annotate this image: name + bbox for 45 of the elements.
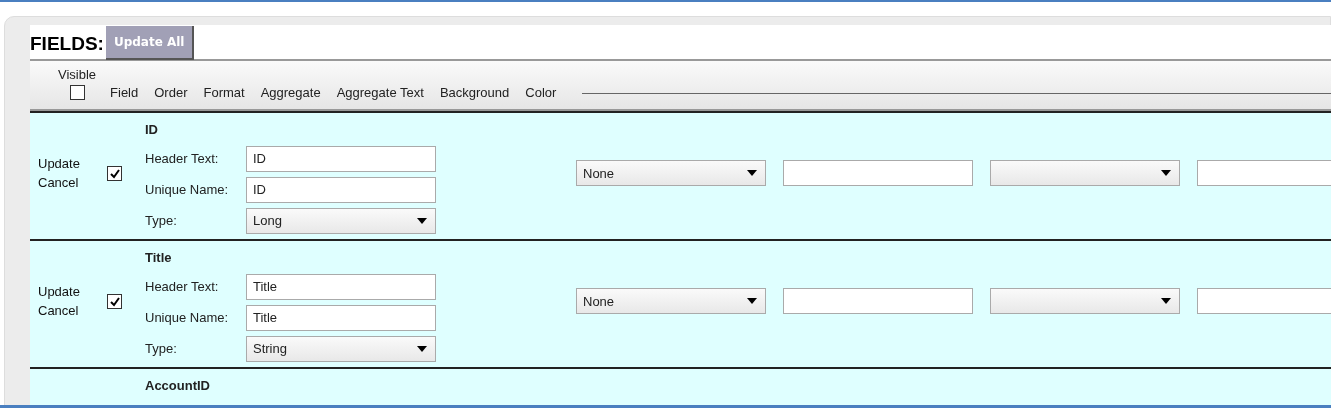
row-action-link[interactable]: Update bbox=[38, 282, 107, 301]
column-header: Field bbox=[110, 84, 139, 100]
field-name: ID bbox=[145, 122, 159, 137]
dropdown[interactable]: None bbox=[576, 288, 766, 314]
dropdown[interactable] bbox=[990, 160, 1180, 186]
field-name: Title bbox=[145, 250, 173, 265]
dropdown[interactable]: Long bbox=[246, 207, 436, 234]
checkbox[interactable] bbox=[69, 84, 85, 100]
field-label: Header Text: bbox=[145, 151, 220, 166]
caret-icon bbox=[417, 217, 427, 224]
checkbox[interactable] bbox=[107, 294, 122, 310]
caret-icon bbox=[1161, 170, 1171, 176]
input-field[interactable] bbox=[783, 160, 973, 186]
input-field[interactable]: ID bbox=[246, 145, 436, 172]
caret-icon bbox=[417, 345, 427, 352]
field-label: Type: bbox=[145, 213, 178, 228]
column-header: Background bbox=[439, 84, 510, 100]
dropdown[interactable] bbox=[990, 288, 1180, 314]
checkbox[interactable] bbox=[107, 166, 122, 182]
row-action-link[interactable]: Cancel bbox=[38, 301, 107, 320]
section-title: FIELDS: bbox=[30, 33, 104, 56]
field-label: Unique Name: bbox=[145, 182, 230, 197]
dropdown[interactable]: String bbox=[246, 335, 436, 362]
field-name: AccountID bbox=[145, 378, 211, 393]
caret-icon bbox=[747, 170, 757, 176]
input-field[interactable] bbox=[1197, 288, 1331, 314]
input-field[interactable]: Title bbox=[246, 273, 436, 300]
column-header: Aggregate bbox=[260, 84, 321, 100]
caret-icon bbox=[747, 298, 757, 304]
column-header: Format bbox=[203, 84, 245, 100]
column-header: Visible bbox=[58, 66, 97, 82]
column-header: Order bbox=[154, 84, 188, 100]
input-field[interactable] bbox=[783, 288, 973, 314]
caret-icon bbox=[1161, 298, 1171, 304]
input-field[interactable]: Title bbox=[246, 304, 436, 331]
dropdown[interactable]: None bbox=[576, 160, 766, 186]
column-header: Color bbox=[525, 84, 557, 100]
row-action-link[interactable]: Cancel bbox=[38, 173, 107, 192]
field-label: Type: bbox=[145, 341, 178, 356]
input-field[interactable]: ID bbox=[246, 176, 436, 203]
field-label: Unique Name: bbox=[145, 310, 230, 325]
column-header: Aggregate Text bbox=[336, 84, 424, 100]
field-label: Header Text: bbox=[145, 279, 220, 294]
input-field[interactable] bbox=[1197, 160, 1331, 186]
row-action-link[interactable]: Update bbox=[38, 154, 107, 173]
